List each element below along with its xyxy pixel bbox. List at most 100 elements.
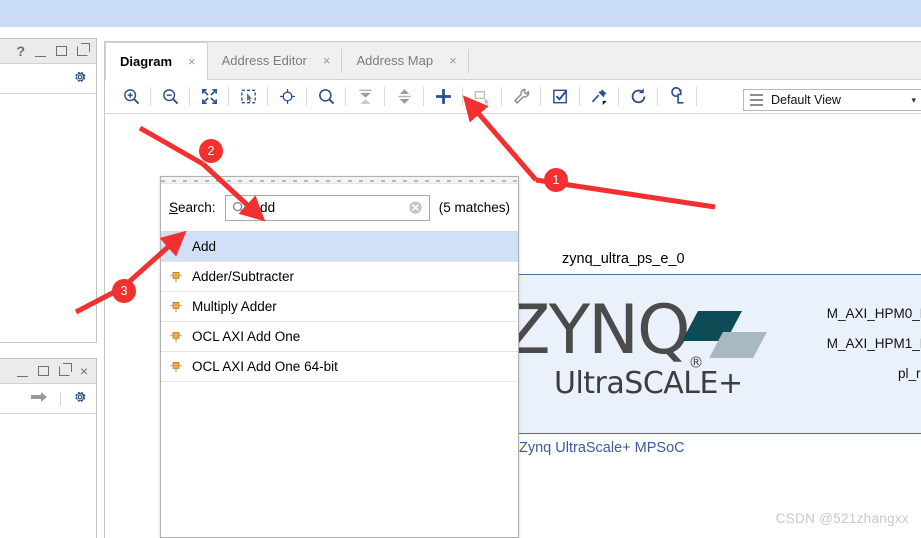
search-label: Search:: [169, 200, 216, 215]
app-root: ? × Diagram × Address Editor × Address M…: [0, 0, 921, 538]
tab-diagram-label: Diagram: [120, 54, 173, 69]
left-panel-column: ? ×: [0, 38, 97, 538]
ip-core-icon: [169, 300, 183, 314]
toolbar-divider: [150, 87, 151, 106]
left-panel-bottom-body: [0, 414, 96, 538]
toolbar-divider: [228, 87, 229, 106]
popout-icon[interactable]: [58, 363, 72, 376]
zynq-port[interactable]: M_AXI_HPM1_F: [827, 329, 921, 359]
zynq-port-list: M_AXI_HPM0_F M_AXI_HPM1_F pl_re p: [827, 299, 921, 419]
zynq-block[interactable]: zynq_ultra_ps_e_0 ZYNQ® UltraSCALE+ M_AX…: [504, 251, 921, 469]
maximize-icon[interactable]: [37, 366, 49, 376]
forward-arrow-icon[interactable]: [31, 391, 48, 406]
search-button[interactable]: [308, 83, 344, 111]
optimize-routing-button[interactable]: [659, 83, 695, 111]
left-panel-bottom-toolstrip: [0, 384, 96, 414]
list-item-label: Adder/Subtracter: [192, 269, 295, 284]
tab-bar: Diagram × Address Editor × Address Map ×: [105, 42, 921, 80]
annotation-badge-3-label: 3: [120, 284, 128, 298]
list-item[interactable]: OCL AXI Add One 64-bit: [161, 352, 518, 382]
toolbar-divider: [501, 87, 502, 106]
search-row: Search: add (5 matches): [161, 184, 518, 231]
help-icon[interactable]: ?: [16, 44, 25, 58]
zynq-block-subtitle: Zynq UltraScale+ MPSoC: [519, 440, 685, 456]
clear-search-icon[interactable]: [408, 200, 423, 215]
view-selector[interactable]: Default View ▾: [743, 89, 921, 111]
zoom-fit-button[interactable]: [191, 83, 227, 111]
zoom-area-button[interactable]: [230, 83, 266, 111]
toolbar-divider: [462, 87, 463, 106]
collapse-all-button[interactable]: [347, 83, 383, 111]
popout-icon[interactable]: [77, 43, 90, 56]
list-icon: [750, 91, 763, 108]
settings-gear-icon[interactable]: [73, 390, 87, 407]
tab-address-map-close-icon[interactable]: ×: [449, 53, 457, 68]
zynq-port[interactable]: pl_re: [827, 359, 921, 389]
search-input-value[interactable]: add: [253, 200, 401, 215]
annotation-badge-2: 2: [199, 139, 223, 163]
zynq-port[interactable]: p: [827, 389, 921, 419]
close-icon[interactable]: ×: [80, 364, 88, 378]
left-panel-bottom-titlebar: ×: [0, 359, 96, 384]
toolbar-divider: [60, 391, 61, 406]
list-item[interactable]: Adder/Subtracter: [161, 262, 518, 292]
left-panel-top-titlebar: ?: [0, 39, 96, 64]
zoom-out-button[interactable]: [152, 83, 188, 111]
minimize-icon[interactable]: [35, 55, 46, 57]
pin-button[interactable]: [581, 83, 617, 111]
regenerate-layout-button[interactable]: [620, 83, 656, 111]
tab-address-map-label: Address Map: [356, 53, 434, 68]
zynq-block-body: ZYNQ® UltraSCALE+ M_AXI_HPM0_F M_AXI_HPM…: [504, 274, 921, 434]
tab-diagram-close-icon[interactable]: ×: [188, 54, 196, 69]
annotation-badge-3: 3: [112, 279, 136, 303]
add-module-button[interactable]: [464, 83, 500, 111]
ip-core-icon: [169, 240, 183, 254]
tab-diagram[interactable]: Diagram ×: [105, 42, 208, 80]
zynq-port[interactable]: M_AXI_HPM0_F: [827, 299, 921, 329]
toolbar-divider: [540, 87, 541, 106]
zynq-block-name: zynq_ultra_ps_e_0: [562, 251, 685, 267]
zynq-logo-ultrascale: UltraSCALE: [554, 365, 718, 401]
fit-selection-button[interactable]: [269, 83, 305, 111]
toolbar-divider: [579, 87, 580, 106]
toolbar-divider: [345, 87, 346, 106]
zynq-logo-subtext: UltraSCALE+: [554, 366, 754, 401]
top-white-gap: [0, 27, 921, 38]
list-item-label: Multiply Adder: [192, 299, 277, 314]
zynq-logo: ZYNQ® UltraSCALE+: [504, 297, 767, 401]
chevron-down-icon[interactable]: ▾: [911, 95, 916, 106]
list-item[interactable]: Add: [161, 232, 518, 262]
search-icon: [232, 201, 246, 215]
validate-design-button[interactable]: [542, 83, 578, 111]
list-item-label: OCL AXI Add One: [192, 329, 301, 344]
maximize-icon[interactable]: [56, 46, 67, 56]
search-input[interactable]: add: [224, 194, 430, 221]
expand-all-button[interactable]: [386, 83, 422, 111]
toolbar-divider: [618, 87, 619, 106]
tab-address-editor[interactable]: Address Editor ×: [208, 42, 342, 79]
annotation-badge-1-label: 1: [552, 173, 560, 187]
top-blue-band: [0, 0, 921, 27]
toolbar-divider: [306, 87, 307, 106]
list-item[interactable]: OCL AXI Add One: [161, 322, 518, 352]
settings-gear-icon[interactable]: [73, 70, 87, 87]
annotation-badge-1: 1: [544, 168, 568, 192]
tab-address-editor-close-icon[interactable]: ×: [323, 53, 331, 68]
toolbar-divider: [267, 87, 268, 106]
left-panel-top: ?: [0, 38, 97, 343]
zynq-logo-plus: +: [717, 365, 743, 401]
add-ip-button[interactable]: [425, 83, 461, 111]
tab-address-map[interactable]: Address Map ×: [342, 42, 467, 79]
search-results-list: Add Adder/Subtracter Multiply Adder OCL …: [161, 231, 518, 382]
popup-drag-grip[interactable]: [161, 177, 518, 184]
list-item[interactable]: Multiply Adder: [161, 292, 518, 322]
annotation-badge-2-label: 2: [207, 144, 215, 158]
ip-core-icon: [169, 330, 183, 344]
list-item-label: OCL AXI Add One 64-bit: [192, 359, 338, 374]
toolbar-divider: [423, 87, 424, 106]
ip-search-popup: Search: add (5 matches) Add Adder/Subtra…: [160, 176, 519, 538]
run-connection-automation-button[interactable]: [503, 83, 539, 111]
minimize-icon[interactable]: [16, 375, 28, 377]
match-count: (5 matches): [438, 200, 510, 215]
zoom-in-button[interactable]: [113, 83, 149, 111]
